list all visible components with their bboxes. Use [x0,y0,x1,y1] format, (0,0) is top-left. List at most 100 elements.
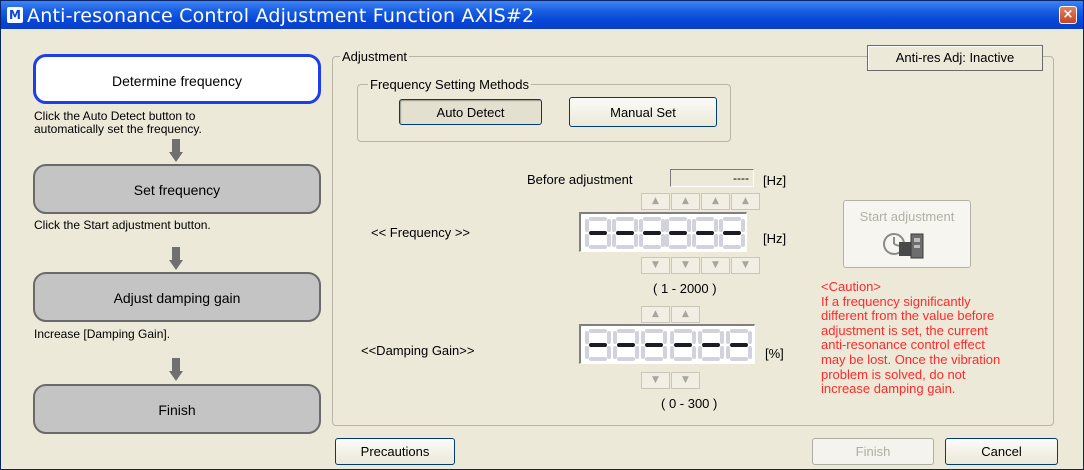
lcd-segment [633,233,638,247]
lcd-segment [692,233,697,247]
start-adjustment-label: Start adjustment [859,209,955,224]
lcd-segment [747,345,752,359]
precautions-button[interactable]: Precautions [335,438,455,465]
lcd-segment [607,218,611,232]
frequency-digit-up-button[interactable]: ▲ [671,193,700,210]
lcd-segment [697,345,702,359]
title-bar[interactable]: M Anti-resonance Control Adjustment Func… [1,1,1083,29]
lcd-digit [638,216,665,249]
before-adjustment-value: ---- [670,169,754,187]
manual-set-button[interactable]: Manual Set [569,97,717,127]
lcd-segment [660,218,665,232]
lcd-segment [589,328,607,333]
step-determine-frequency: Determine frequency [33,54,321,104]
lcd-segment [589,244,607,249]
lcd-segment [611,218,616,232]
finish-button[interactable]: Finish [812,438,934,465]
frequency-digit-up-button[interactable]: ▲ [641,193,670,210]
lcd-segment [589,216,607,221]
lcd-segment [687,233,692,247]
frequency-digit-down-button[interactable]: ▼ [701,257,730,274]
lcd-digit [641,328,668,361]
lcd-segment [701,342,720,347]
lcd-segment [613,345,618,359]
lcd-segment [673,356,692,361]
lcd-digit [725,328,752,361]
lcd-segment [729,356,748,361]
lcd-segment [660,233,665,247]
lcd-segment [719,330,724,344]
lcd-segment [741,233,746,247]
frequency-digit-down-button[interactable]: ▼ [731,257,760,274]
cancel-button[interactable]: Cancel [945,438,1058,465]
caution-line: problem is solved, do not [821,366,966,382]
frequency-digit-up-button[interactable]: ▲ [731,193,760,210]
damping-digit-down-button[interactable]: ▼ [671,372,700,389]
flow-arrow-icon [169,247,183,270]
start-adjustment-button[interactable]: Start adjustment [843,200,971,268]
lcd-segment [635,330,640,344]
lcd-segment [691,330,696,344]
dialog-window: M Anti-resonance Control Adjustment Func… [0,0,1084,470]
auto-detect-button[interactable]: Auto Detect [399,99,542,125]
lcd-digit [611,216,638,249]
lcd-digit [692,216,719,249]
frequency-digit-down-button[interactable]: ▼ [671,257,700,274]
step-set-frequency: Set frequency [33,164,321,214]
lcd-digit [585,216,611,249]
frequency-display [579,212,747,252]
lcd-segment [607,345,611,359]
damping-gain-label: <<Damping Gain>> [361,343,475,358]
frequency-digit-up-button[interactable]: ▲ [701,193,730,210]
lcd-segment [607,330,611,344]
lcd-digit [585,328,611,361]
lcd-segment [696,230,715,235]
lcd-segment [687,218,692,232]
lcd-segment [585,218,589,232]
before-adjustment-label: Before adjustment [527,172,633,187]
lcd-segment [723,230,742,235]
close-button[interactable]: × [1059,6,1077,24]
step-finish: Finish [33,384,321,434]
lcd-digit [697,328,724,361]
lcd-segment [645,328,664,333]
lcd-segment [701,356,720,361]
lcd-segment [615,216,634,221]
lcd-segment [673,328,692,333]
lcd-digit [719,216,746,249]
lcd-digit [613,328,640,361]
lcd-segment [585,345,589,359]
lcd-segment [645,342,664,347]
lcd-segment [617,342,636,347]
lcd-segment [645,356,664,361]
lcd-segment [696,216,715,221]
caution-line: increase damping gain. [821,381,956,397]
lcd-segment [615,244,634,249]
lcd-segment [692,218,697,232]
lcd-segment [691,345,696,359]
damping-digit-up-button[interactable]: ▲ [671,306,700,323]
damping-digit-down-button[interactable]: ▼ [641,372,670,389]
frequency-digit-down-button[interactable]: ▼ [641,257,670,274]
lcd-digit [669,328,696,361]
lcd-segment [697,330,702,344]
step-hint-1b: automatically set the frequency. [34,122,202,136]
damping-gain-range: ( 0 - 300 ) [661,396,718,411]
lcd-segment [589,342,607,347]
lcd-segment [669,244,688,249]
lcd-segment [617,328,636,333]
lcd-segment [611,233,616,247]
app-icon: M [7,7,23,23]
lcd-segment [585,233,589,247]
lcd-segment [723,244,742,249]
window-title: Anti-resonance Control Adjustment Functi… [27,5,535,27]
damping-digit-up-button[interactable]: ▲ [641,306,670,323]
step-hint-2: Click the Start adjustment button. [34,218,211,232]
lcd-segment [585,330,589,344]
lcd-segment [669,345,674,359]
lcd-segment [741,218,746,232]
lcd-segment [641,345,646,359]
lcd-segment [719,218,724,232]
lcd-segment [725,345,730,359]
flow-arrow-icon [169,139,183,162]
